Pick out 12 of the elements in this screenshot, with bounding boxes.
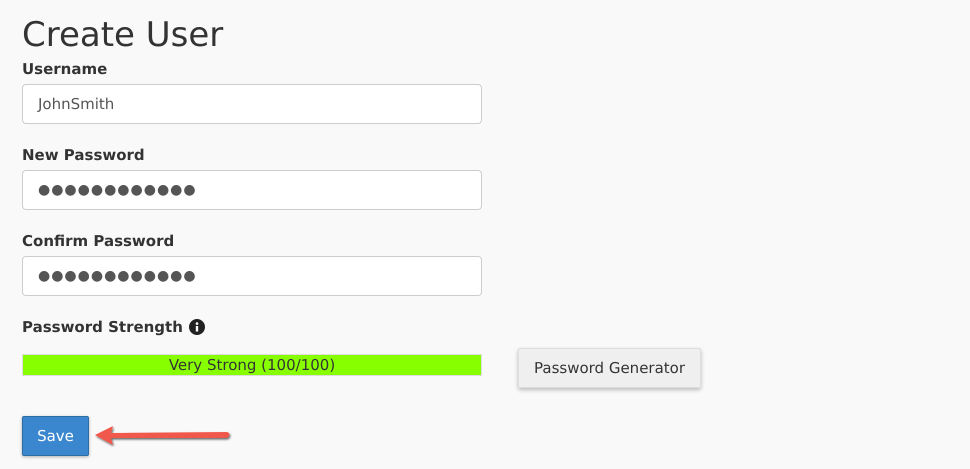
strength-reading: Very Strong (100/100) <box>168 355 336 375</box>
password-generator-button[interactable]: Password Generator <box>518 348 702 388</box>
field-label: Password Strength <box>22 318 183 336</box>
page-title: Create User <box>22 14 224 56</box>
password-field[interactable]: ●●●●●●●●●●●● <box>22 170 482 210</box>
field-label: Username <box>22 60 108 78</box>
password-field[interactable]: ●●●●●●●●●●●● <box>22 256 482 296</box>
username-field[interactable]: JohnSmith <box>22 84 482 124</box>
info-icon[interactable] <box>188 319 205 335</box>
save-button[interactable]: Save <box>22 416 89 456</box>
field-label: Confirm Password <box>22 232 174 250</box>
field-label: New Password <box>22 146 145 164</box>
